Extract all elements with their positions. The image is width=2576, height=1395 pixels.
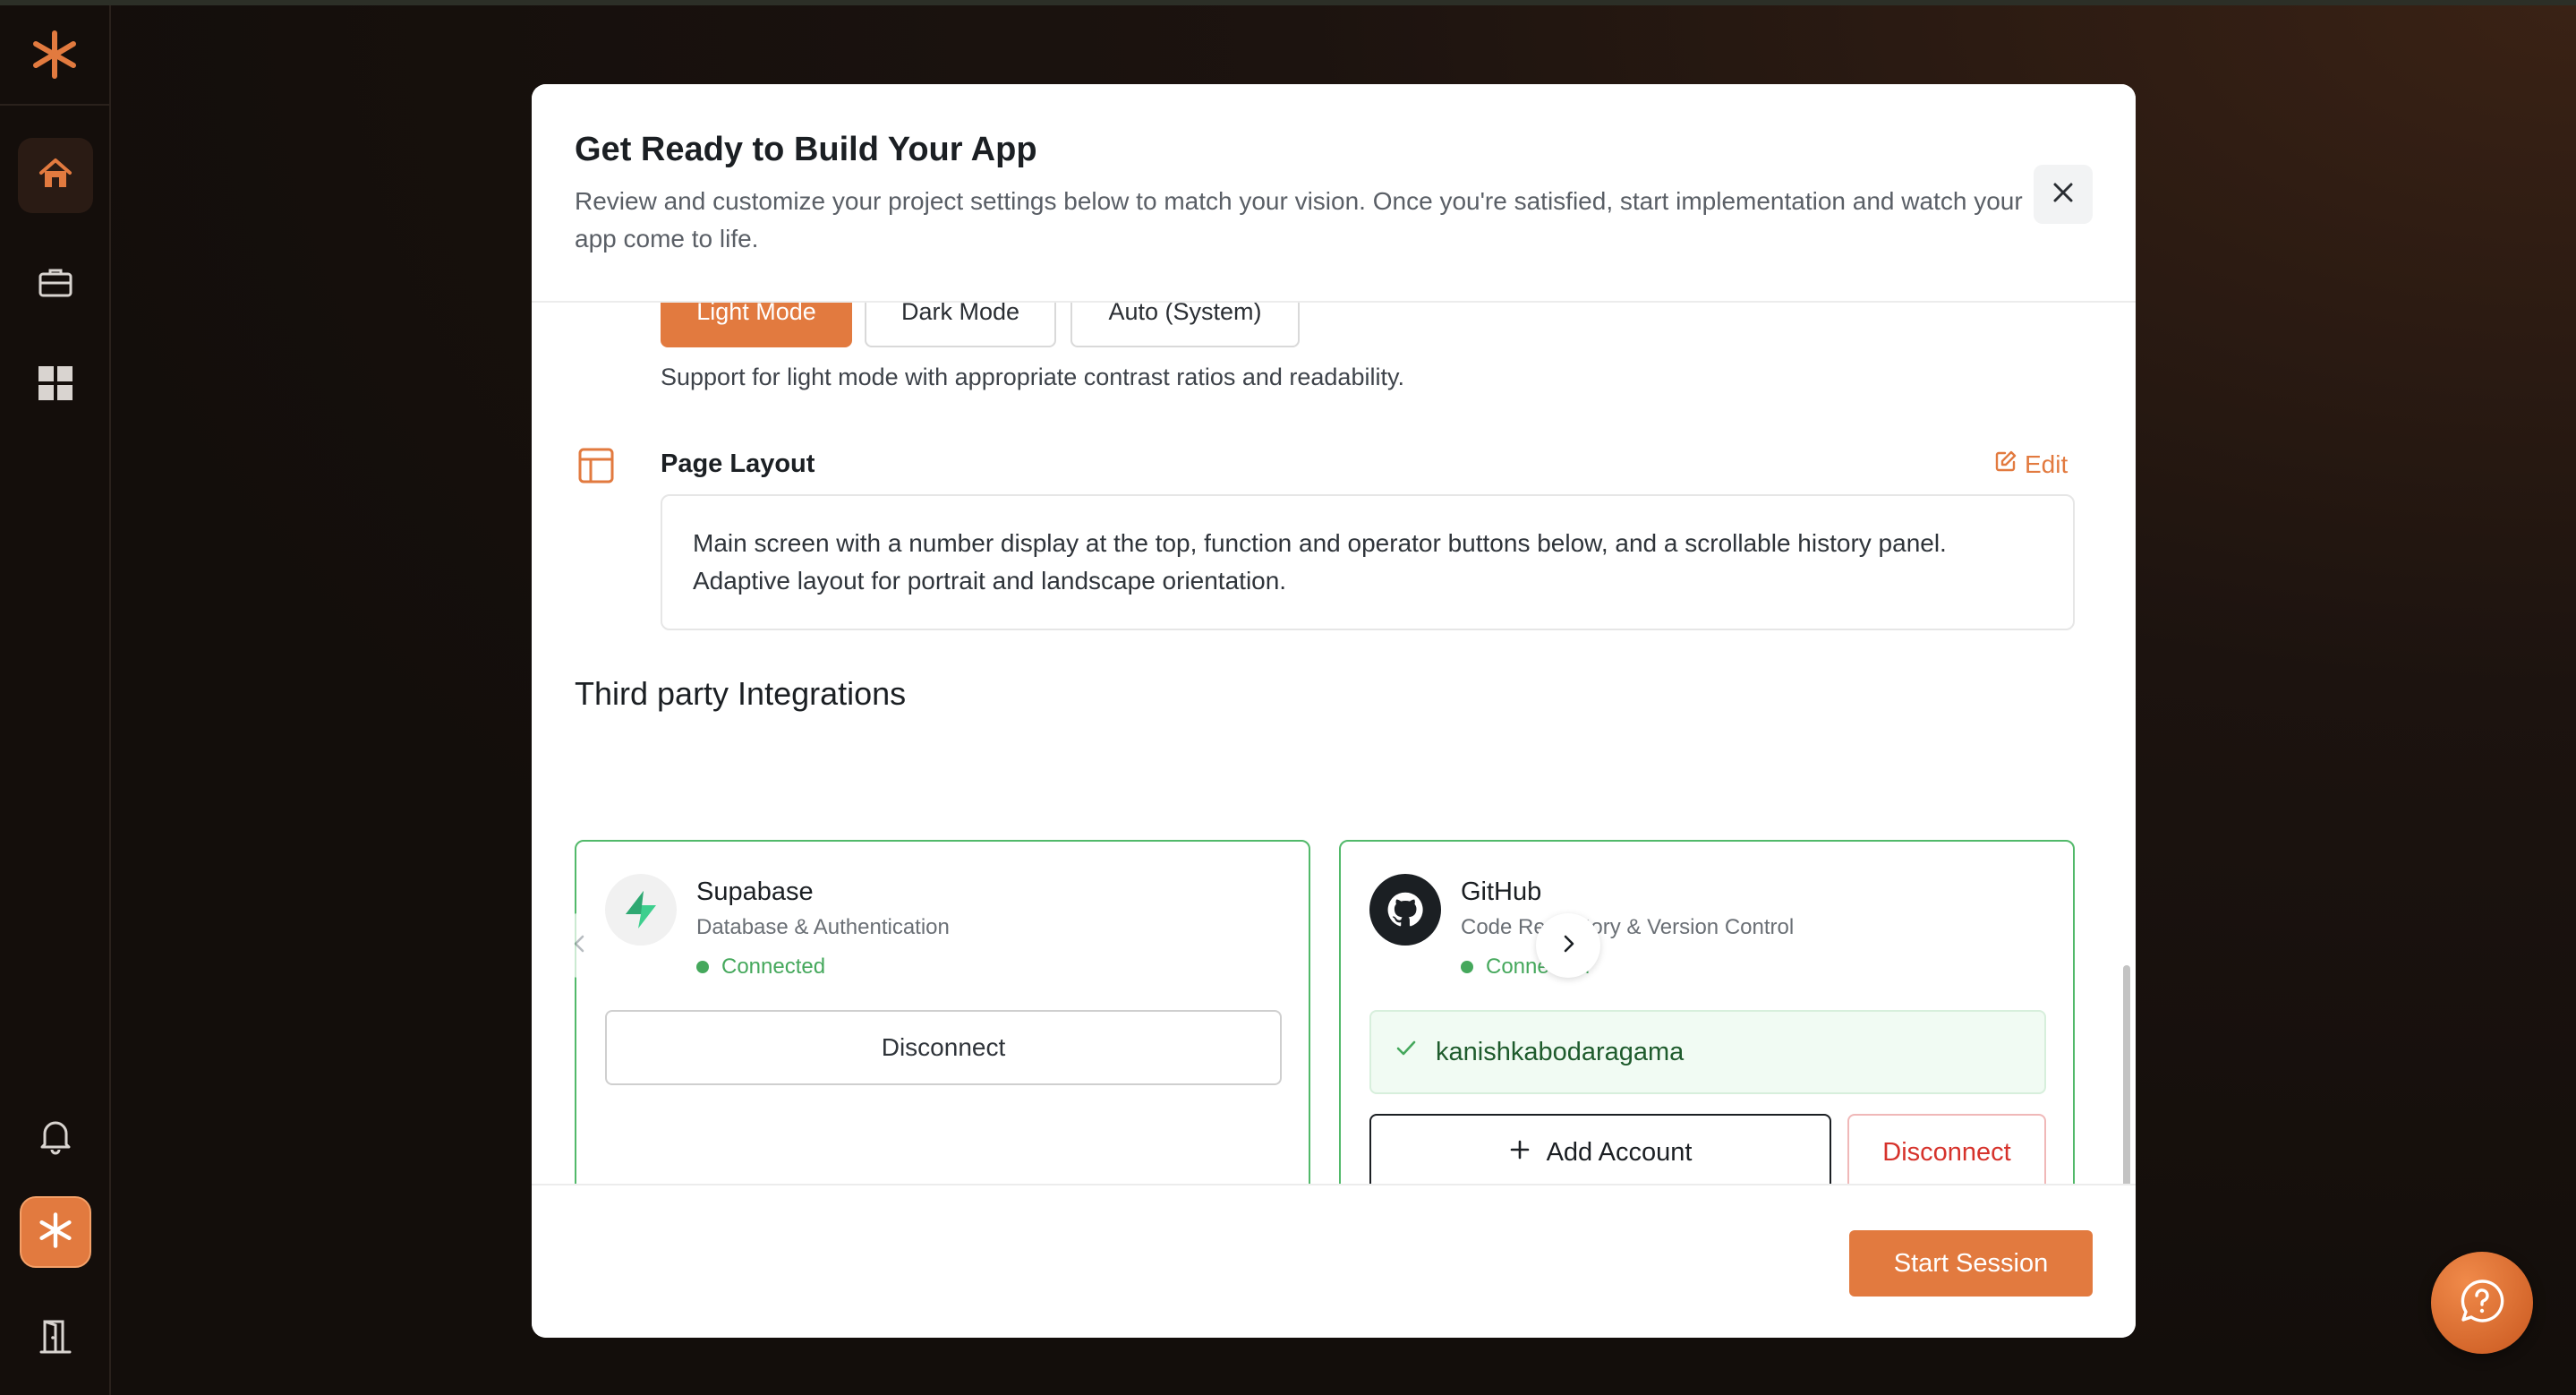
edit-icon <box>1994 449 2017 479</box>
supabase-disconnect-button[interactable]: Disconnect <box>605 1010 1282 1085</box>
grid-icon <box>36 364 75 407</box>
chevron-left-icon <box>569 933 591 959</box>
window-top-edge <box>0 0 2576 5</box>
modal-body: Light Mode Dark Mode Auto (System) Suppo… <box>532 303 2136 1270</box>
sidebar-item-projects[interactable] <box>18 247 93 322</box>
integration-card-github: GitHub Code Repository & Version Control… <box>1339 840 2075 1220</box>
integration-name: GitHub <box>1461 877 1542 906</box>
status-label: Connected <box>721 954 826 979</box>
connected-account[interactable]: kanishkabodaragama <box>1369 1010 2046 1094</box>
sidebar <box>0 5 111 1395</box>
sidebar-item-home[interactable] <box>18 138 93 213</box>
integrations-title: Third party Integrations <box>575 675 907 712</box>
home-icon <box>36 154 75 198</box>
page-layout-edit-button[interactable]: Edit <box>1994 449 2068 479</box>
theme-option-dark[interactable]: Dark Mode <box>865 303 1056 347</box>
integration-name: Supabase <box>696 877 814 906</box>
theme-description: Support for light mode with appropriate … <box>661 364 1404 390</box>
sidebar-item-templates[interactable] <box>18 347 93 423</box>
carousel-prev-button[interactable] <box>548 913 612 978</box>
logout-door-icon <box>36 1316 75 1360</box>
add-account-label: Add Account <box>1546 1137 1693 1167</box>
account-name: kanishkabodaragama <box>1436 1037 1685 1066</box>
chevron-right-icon <box>1557 933 1579 959</box>
bell-icon <box>36 1116 75 1160</box>
page-layout-label: Page Layout <box>661 449 815 478</box>
supabase-icon <box>605 874 677 946</box>
check-icon <box>1395 1037 1418 1067</box>
brand-asterisk-icon <box>36 1211 75 1254</box>
layout-icon <box>576 446 616 485</box>
github-disconnect-button[interactable]: Disconnect <box>1847 1114 2046 1191</box>
status-dot <box>696 961 709 973</box>
help-button[interactable] <box>2431 1252 2533 1354</box>
sidebar-item-notifications[interactable] <box>18 1100 93 1175</box>
theme-option-auto[interactable]: Auto (System) <box>1070 303 1300 347</box>
sidebar-divider <box>0 104 111 106</box>
sidebar-item-assistant[interactable] <box>20 1196 91 1268</box>
brand-logo-icon[interactable] <box>25 25 84 84</box>
build-app-modal: Get Ready to Build Your App Review and c… <box>532 84 2136 1338</box>
help-chat-icon <box>2456 1275 2508 1331</box>
integration-status: Connected <box>696 954 825 980</box>
integration-description: Code Repository & Version Control <box>1461 915 1795 939</box>
integration-card-supabase: Supabase Database & Authentication Conne… <box>575 840 1310 1220</box>
modal-subtitle: Review and customize your project settin… <box>575 187 2023 252</box>
modal-footer: Start Session <box>532 1184 2136 1338</box>
start-session-button[interactable]: Start Session <box>1849 1230 2093 1297</box>
modal-header: Get Ready to Build Your App Review and c… <box>532 84 2136 303</box>
add-account-button[interactable]: Add Account <box>1369 1114 1831 1191</box>
modal-title: Get Ready to Build Your App <box>575 131 1037 168</box>
close-button[interactable] <box>2034 165 2093 224</box>
edit-label: Edit <box>2025 449 2068 478</box>
close-icon <box>2051 181 2075 209</box>
status-dot <box>1461 961 1473 973</box>
theme-option-light[interactable]: Light Mode <box>661 303 852 347</box>
modal-scrollbar[interactable] <box>2123 965 2130 1207</box>
github-icon <box>1369 874 1441 946</box>
carousel-next-button[interactable] <box>1536 913 1600 978</box>
integration-description: Database & Authentication <box>696 915 950 939</box>
plus-icon <box>1509 1138 1531 1168</box>
page-layout-text: Main screen with a number display at the… <box>661 494 2075 630</box>
sidebar-item-logout[interactable] <box>18 1300 93 1375</box>
briefcase-icon <box>36 263 75 307</box>
